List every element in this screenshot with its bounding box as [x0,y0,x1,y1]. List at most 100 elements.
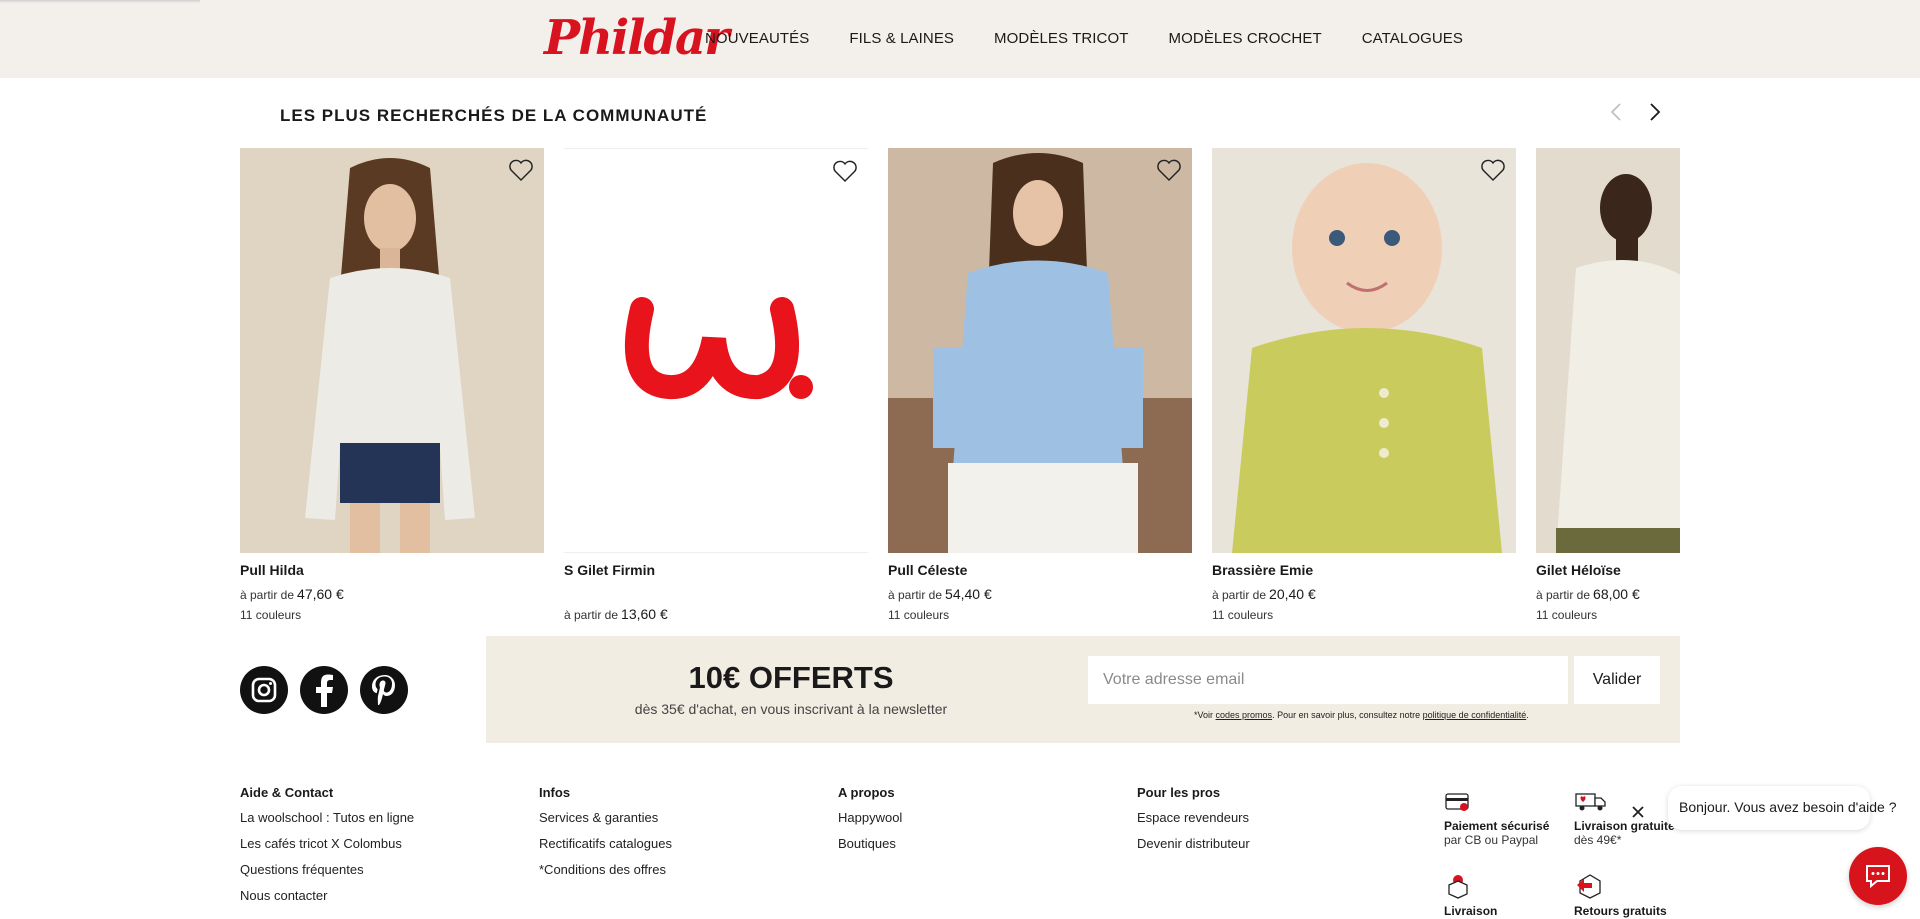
feature-title: Livraison [1444,904,1498,918]
product-image[interactable] [564,148,868,553]
product-name[interactable]: Pull Hilda [240,562,544,580]
footer-link[interactable]: Les cafés tricot X Colombus [240,836,414,851]
facebook-link[interactable] [300,666,348,714]
carousel-next-button[interactable] [1642,100,1666,124]
product-card[interactable]: Pull Céleste à partir de 54,40 € 11 coule… [888,148,1192,622]
chat-message[interactable]: Bonjour. Vous avez besoin d'aide ? [1668,786,1897,830]
footer-heading: Pour les pros [1137,785,1221,800]
truck-icon [1575,793,1606,811]
chat-close-button[interactable] [1623,797,1653,827]
chevron-left-icon [1610,103,1621,121]
feature-title: Retours gratuits [1574,904,1667,918]
product-card[interactable]: Gilet Héloïse à partir de 68,00 € 11 coul… [1536,148,1680,622]
privacy-policy-link[interactable]: politique de confidentialité [1423,710,1527,720]
footer-link[interactable]: Services & garanties [539,810,672,825]
instagram-link[interactable] [240,666,288,714]
product-name[interactable]: Pull Céleste [888,562,1192,580]
price-prefix: à partir de [1212,588,1267,602]
newsletter-banner: 10€ OFFERTS dès 35€ d'achat, en vous ins… [486,636,1680,743]
product-image[interactable] [888,148,1192,553]
feature-subtitle: dès 49€* [1574,833,1622,847]
footer-link[interactable]: Rectificatifs catalogues [539,836,672,851]
footer-link[interactable]: Happywool [838,810,902,825]
product-image[interactable] [240,148,544,553]
footer-link[interactable]: Boutiques [838,836,902,851]
main-nav: NOUVEAUTÉS FILS & LAINES MODÈLES TRICOT … [705,30,1503,47]
feature-secure-payment: Paiement sécurisé par CB ou Paypal [1444,790,1549,847]
close-icon [1632,806,1644,818]
chevron-right-icon [1650,103,1661,121]
footer-link[interactable]: Espace revendeurs [1137,810,1250,825]
product-card[interactable]: S Gilet Firmin à partir de 13,60 € [564,148,868,628]
product-colors: 11 couleurs [888,608,950,622]
brand-placeholder-image [564,149,868,552]
product-price: à partir de 20,40 € [1212,586,1516,604]
newsletter-subtitle: dès 35€ d'achat, en vous inscrivant à la… [634,701,948,717]
product-photo [1536,148,1680,553]
footer-link[interactable]: *Conditions des offres [539,862,672,877]
pinterest-link[interactable] [360,666,408,714]
promo-codes-link[interactable]: codes promos [1216,710,1273,720]
price-prefix: à partir de [888,588,943,602]
pinterest-icon [372,675,395,705]
price-prefix: à partir de [240,588,295,602]
product-card[interactable]: Brassière Emie à partir de 20,40 € 11 cou… [1212,148,1516,622]
instagram-icon [251,677,277,703]
card-icon [1445,793,1469,811]
product-photo [888,148,1192,553]
footer-link[interactable]: Nous contacter [240,888,414,903]
note-suffix: . [1526,710,1529,720]
nav-item-fils-laines[interactable]: FILS & LAINES [849,30,954,47]
product-price: à partir de 47,60 € [240,586,544,604]
product-price: à partir de 68,00 € [1536,586,1680,604]
site-logo[interactable]: Phildar [544,10,729,66]
newsletter-submit-button[interactable]: Valider [1574,656,1660,704]
footer-link[interactable]: Devenir distributeur [1137,836,1250,851]
footer-column-infos: Infos Services & garanties Rectificatifs… [539,785,672,888]
nav-item-catalogues[interactable]: CATALOGUES [1362,30,1463,47]
footer-link[interactable]: La woolschool : Tutos en ligne [240,810,414,825]
feature-free-returns: Retours gratuits [1574,871,1667,918]
nav-item-nouveautes[interactable]: NOUVEAUTÉS [705,30,809,47]
product-image[interactable] [1536,148,1680,553]
chat-open-button[interactable] [1849,847,1907,905]
product-photo [1212,148,1516,553]
email-field[interactable] [1088,656,1568,704]
product-card[interactable]: Pull Hilda à partir de 47,60 € 11 couleur… [240,148,544,622]
nav-item-modeles-tricot[interactable]: MODÈLES TRICOT [994,30,1128,47]
price-amount: 68,00 € [1593,586,1640,602]
social-links [240,666,408,714]
feature-title: Paiement sécurisé [1444,819,1550,833]
footer-link[interactable]: Questions fréquentes [240,862,414,877]
carousel-prev-button[interactable] [1605,100,1629,124]
footer-column-pros: Pour les pros Espace revendeurs Devenir … [1137,785,1250,862]
product-colors: 11 couleurs [240,608,302,622]
footer-column-apropos: A propos Happywool Boutiques [838,785,902,862]
price-amount: 47,60 € [297,586,344,602]
product-price: à partir de 54,40 € [888,586,1192,604]
chat-icon [1866,865,1890,889]
price-prefix: à partir de [564,608,619,622]
product-name[interactable]: S Gilet Firmin [564,562,868,580]
heart-icon[interactable] [508,158,534,182]
note-prefix: *Voir [1194,710,1214,720]
newsletter-note: *Voir codes promos. Pour en savoir plus,… [1194,710,1529,720]
product-name[interactable]: Gilet Héloïse [1536,562,1680,580]
price-amount: 13,60 € [621,606,668,622]
footer-column-aide: Aide & Contact La woolschool : Tutos en … [240,785,414,914]
heart-icon[interactable] [1480,158,1506,182]
footer-heading: Aide & Contact [240,785,334,800]
heart-icon[interactable] [832,159,858,183]
product-name[interactable]: Brassière Emie [1212,562,1516,580]
facebook-icon [316,674,333,707]
heart-icon[interactable] [1156,158,1182,182]
price-amount: 20,40 € [1269,586,1316,602]
product-carousel: Pull Hilda à partir de 47,60 € 11 couleur… [240,148,1680,628]
feature-delivery: Livraison [1444,871,1497,918]
nav-item-modeles-crochet[interactable]: MODÈLES CROCHET [1169,30,1322,47]
product-colors: 11 couleurs [1536,608,1598,622]
price-prefix: à partir de [1536,588,1591,602]
footer-heading: Infos [539,785,571,800]
product-photo [240,148,544,553]
product-image[interactable] [1212,148,1516,553]
